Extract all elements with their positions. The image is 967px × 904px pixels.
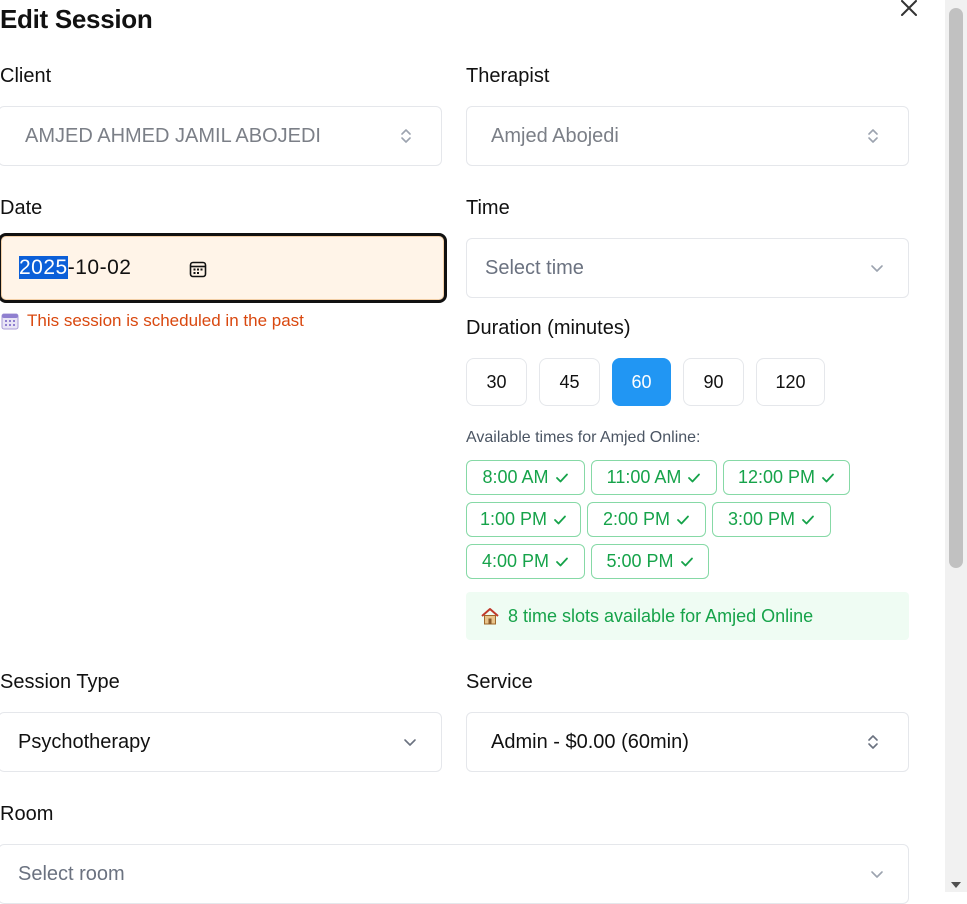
dialog-title: Edit Session (0, 4, 153, 34)
client-select[interactable]: AMJED AHMED JAMIL ABOJEDI (0, 106, 442, 166)
duration-60-button[interactable]: 60 (612, 358, 671, 406)
house-icon (481, 608, 499, 625)
check-icon (556, 557, 568, 566)
time-placeholder: Select time (485, 256, 584, 279)
scroll-down-arrow-icon[interactable] (950, 880, 962, 890)
duration-90-button[interactable]: 90 (683, 358, 744, 406)
time-slot[interactable]: 2:00 PM (587, 502, 706, 537)
time-slot-label: 1:00 PM (479, 509, 548, 529)
date-input[interactable]: 2025-10-02 (0, 233, 447, 303)
updown-chevron-icon (401, 129, 411, 143)
session-type-select[interactable]: Psychotherapy (0, 712, 442, 772)
therapist-value: Amjed Abojedi (491, 124, 619, 147)
updown-chevron-icon (868, 129, 878, 143)
check-icon (822, 473, 834, 482)
client-value: AMJED AHMED JAMIL ABOJEDI (25, 124, 321, 147)
slots-summary-banner: 8 time slots available for Amjed Online (466, 592, 909, 640)
time-slot[interactable]: 12:00 PM (723, 460, 850, 495)
time-slot-label: 8:00 AM (482, 467, 549, 487)
check-icon (688, 473, 701, 482)
check-icon (802, 515, 814, 524)
time-slot[interactable]: 11:00 AM (591, 460, 717, 495)
room-placeholder: Select room (18, 862, 125, 885)
scrollbar-thumb[interactable] (949, 8, 963, 568)
check-icon (677, 515, 689, 524)
calendar-emoji-icon (1, 313, 19, 330)
session-type-label: Session Type (0, 671, 120, 693)
time-slot[interactable]: 4:00 PM (466, 544, 585, 579)
chevron-down-icon (871, 871, 883, 878)
service-value: Admin - $0.00 (60min) (491, 730, 689, 753)
duration-30-button[interactable]: 30 (466, 358, 527, 406)
duration-45-button[interactable]: 45 (539, 358, 600, 406)
check-icon (555, 473, 568, 482)
time-slot-label: 2:00 PM (602, 509, 671, 529)
updown-chevron-icon (868, 735, 878, 749)
service-select[interactable]: Admin - $0.00 (60min) (466, 712, 909, 772)
close-icon[interactable] (898, 0, 920, 19)
time-slot-label: 3:00 PM (727, 509, 796, 529)
date-year-selected: 2025 (19, 256, 68, 279)
past-session-warning: This session is scheduled in the past (1, 311, 304, 331)
client-label: Client (0, 65, 52, 87)
time-slot[interactable]: 8:00 AM (466, 460, 585, 495)
time-slot-label: 12:00 PM (737, 467, 816, 487)
date-value: 2025-10-02 (19, 256, 131, 280)
service-label: Service (466, 671, 533, 693)
session-type-value: Psychotherapy (18, 730, 151, 753)
available-times-label: Available times for Amjed Online: (466, 429, 701, 446)
room-select[interactable]: Select room (0, 844, 909, 904)
therapist-select[interactable]: Amjed Abojedi (466, 106, 909, 166)
time-slot-label: 5:00 PM (606, 551, 674, 571)
calendar-icon[interactable] (188, 259, 208, 279)
slots-summary-text: 8 time slots available for Amjed Online (508, 605, 814, 626)
time-slot-label: 4:00 PM (481, 551, 550, 571)
check-icon (680, 557, 693, 566)
time-slot[interactable]: 3:00 PM (712, 502, 831, 537)
date-label: Date (0, 197, 43, 219)
time-select[interactable]: Select time (466, 238, 909, 298)
time-slot[interactable]: 5:00 PM (591, 544, 709, 579)
therapist-label: Therapist (466, 65, 550, 87)
time-slot-label: 11:00 AM (606, 467, 682, 487)
chevron-down-icon (404, 739, 416, 746)
chevron-down-icon (871, 265, 883, 272)
past-session-text: This session is scheduled in the past (27, 311, 304, 330)
date-month-day: -10-02 (67, 256, 132, 279)
room-label: Room (0, 803, 54, 825)
time-slot[interactable]: 1:00 PM (466, 502, 581, 537)
check-icon (554, 515, 566, 524)
time-label: Time (466, 197, 510, 219)
duration-label: Duration (minutes) (466, 317, 631, 339)
duration-120-button[interactable]: 120 (756, 358, 825, 406)
